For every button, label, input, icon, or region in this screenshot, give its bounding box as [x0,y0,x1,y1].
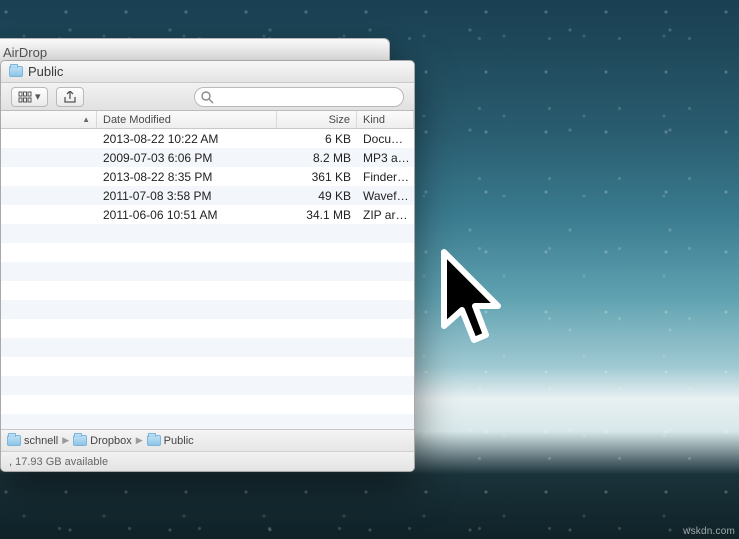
table-row[interactable]: 2013-08-22 8:35 PM361 KBFinder… [1,167,414,186]
empty-row [1,414,414,429]
column-header-size[interactable]: Size [277,111,357,128]
share-button[interactable] [56,87,84,107]
column-header-name[interactable]: ▲ [1,111,97,128]
empty-row [1,319,414,338]
path-item-label: schnell [24,435,58,447]
cell-kind: MP3 a… [357,151,414,165]
column-header-date[interactable]: Date Modified [97,111,277,128]
cell-date: 2009-07-03 6:06 PM [97,151,277,165]
column-header-row: ▲ Date Modified Size Kind [1,111,414,129]
cell-size: 361 KB [277,170,357,184]
table-row[interactable]: 2011-06-06 10:51 AM34.1 MBZIP ar… [1,205,414,224]
file-list: 2013-08-22 10:22 AM6 KBDocu…2009-07-03 6… [1,129,414,429]
window-titlebar[interactable]: Public [1,61,414,83]
cursor-icon [438,248,510,356]
search-input[interactable] [217,90,395,104]
cell-date: 2013-08-22 8:35 PM [97,170,277,184]
watermark-text: wskdn.com [683,526,735,537]
status-text: , 17.93 GB available [9,456,108,468]
search-icon [201,91,214,104]
sort-ascending-icon: ▲ [82,115,90,124]
column-header-kind[interactable]: Kind [357,111,414,128]
empty-row [1,338,414,357]
share-icon [63,91,77,103]
folder-icon [7,435,21,446]
icon-grid-icon [18,91,32,103]
empty-row [1,224,414,243]
status-bar: , 17.93 GB available [1,451,414,471]
table-row[interactable]: 2011-07-08 3:58 PM49 KBWavef… [1,186,414,205]
view-mode-button[interactable]: ▾ [11,87,48,107]
cell-kind: Wavef… [357,189,414,203]
path-item-label: Public [164,435,194,447]
table-row[interactable]: 2009-07-03 6:06 PM8.2 MBMP3 a… [1,148,414,167]
cell-kind: ZIP ar… [357,208,414,222]
cell-size: 49 KB [277,189,357,203]
path-item[interactable]: schnell [7,435,58,447]
cell-date: 2011-06-06 10:51 AM [97,208,277,222]
cell-size: 6 KB [277,132,357,146]
empty-row [1,395,414,414]
path-item[interactable]: Public [147,435,194,447]
empty-row [1,376,414,395]
empty-row [1,262,414,281]
cell-date: 2013-08-22 10:22 AM [97,132,277,146]
background-window-title: AirDrop [3,45,47,60]
empty-row [1,281,414,300]
path-bar: schnell ▶ Dropbox ▶ Public [1,429,414,451]
window-title: Public [28,64,63,79]
cell-size: 34.1 MB [277,208,357,222]
cell-size: 8.2 MB [277,151,357,165]
cell-kind: Docu… [357,132,414,146]
toolbar: ▾ [1,83,414,111]
folder-icon [73,435,87,446]
empty-row [1,357,414,376]
empty-row [1,243,414,262]
search-field[interactable] [194,87,404,107]
path-item[interactable]: Dropbox [73,435,132,447]
folder-icon [9,66,23,77]
finder-window: Public ▾ ▲ [0,60,415,472]
table-row[interactable]: 2013-08-22 10:22 AM6 KBDocu… [1,129,414,148]
folder-icon [147,435,161,446]
empty-row [1,300,414,319]
cell-kind: Finder… [357,170,414,184]
path-separator-icon: ▶ [62,435,69,446]
path-separator-icon: ▶ [136,435,143,446]
cell-date: 2011-07-08 3:58 PM [97,189,277,203]
path-item-label: Dropbox [90,435,132,447]
chevron-down-icon: ▾ [35,90,41,103]
